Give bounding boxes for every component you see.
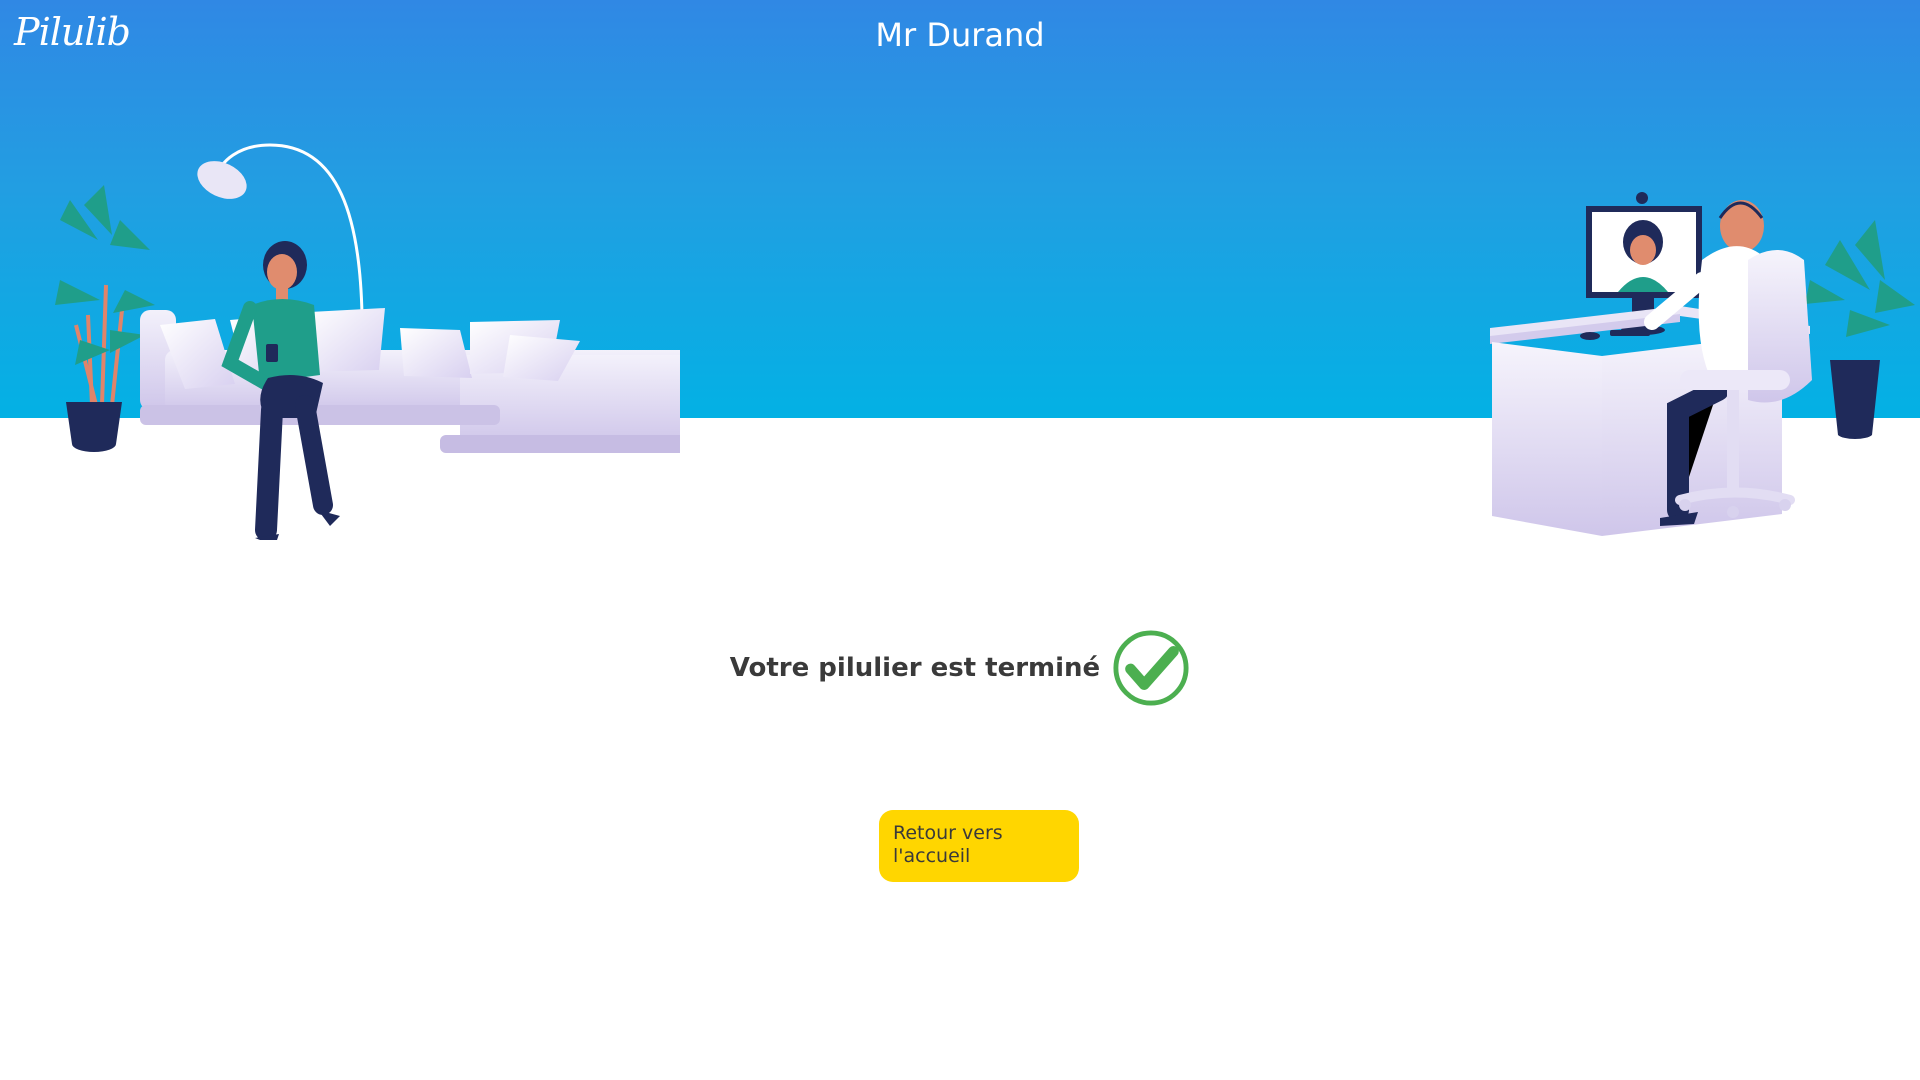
- back-to-home-button[interactable]: Retour vers l'accueil: [879, 810, 1079, 882]
- page: Pilulib Mr Durand Votre pilulier est ter…: [0, 0, 1920, 1080]
- patient-on-sofa-illustration: [55, 143, 680, 540]
- completion-status: Votre pilulier est terminé: [0, 628, 1920, 708]
- patient-name: Mr Durand: [875, 16, 1045, 54]
- check-circle-icon: [1113, 630, 1189, 706]
- doctor-video-call-illustration: [1490, 192, 1915, 536]
- status-message: Votre pilulier est terminé: [729, 653, 1101, 683]
- sofa: [140, 308, 680, 453]
- plant-right: [1805, 220, 1915, 440]
